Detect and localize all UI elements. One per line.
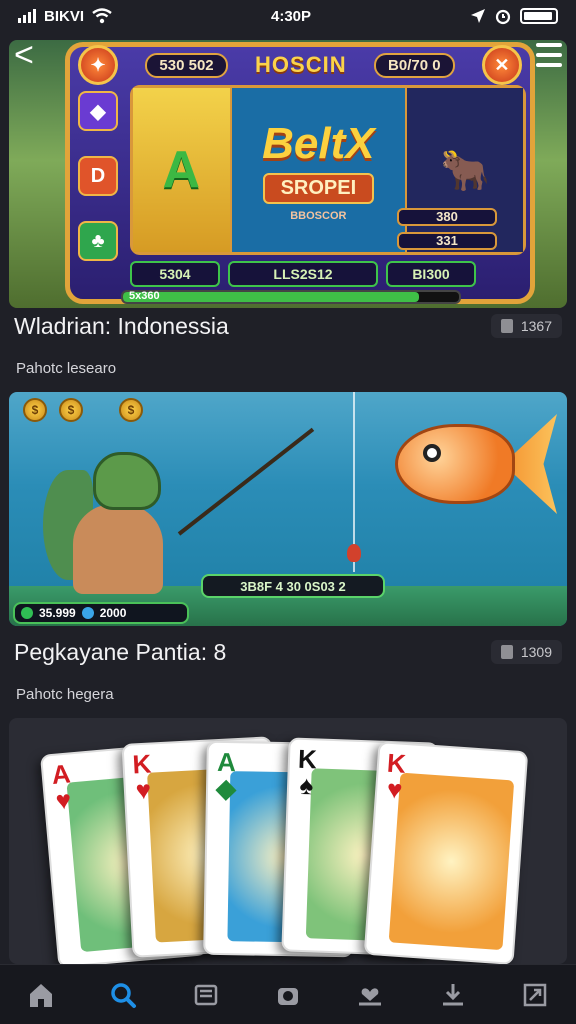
slot-side-value: 380 bbox=[397, 208, 497, 226]
goldfish-eye bbox=[423, 444, 441, 462]
status-left: BIKVI bbox=[18, 8, 112, 25]
battery-icon bbox=[519, 8, 558, 24]
game-logo-sub: SROPEI bbox=[262, 172, 375, 204]
top-nav: < bbox=[0, 36, 576, 76]
menu-button[interactable] bbox=[536, 40, 562, 70]
reel-caption: BBOSCOR bbox=[290, 209, 347, 222]
item-title-row: Pegkayane Pantia: 8 1309 bbox=[14, 636, 562, 668]
slot-game-banner[interactable]: ✦ 530 502 HOSCIN B0/70 0 ✕ ◆ D ♣ A BeltX… bbox=[9, 40, 567, 308]
clock: 4:30P bbox=[270, 7, 312, 25]
fisherman-character bbox=[43, 450, 203, 600]
slot-progress-label: 5x360 bbox=[129, 290, 160, 302]
status-bar: BIKVI 4:30P bbox=[0, 0, 576, 32]
coin-icon bbox=[81, 607, 94, 619]
reel-logo: BeltX SROPEI BBOSCOR bbox=[231, 88, 408, 252]
slot-progress-fill bbox=[123, 292, 419, 302]
coin-icon: $ bbox=[119, 398, 143, 422]
comment-count: 1309 bbox=[520, 644, 552, 660]
item-title-row: Wladrian: Indonessia 1367 bbox=[14, 310, 562, 342]
bobber-icon bbox=[347, 544, 361, 562]
tab-downloads[interactable] bbox=[431, 973, 475, 1017]
card-suit-icon: ◆ bbox=[215, 772, 237, 804]
gem-icon: ◆ bbox=[78, 91, 118, 131]
tab-cards[interactable] bbox=[184, 973, 228, 1017]
card-artwork bbox=[388, 772, 515, 951]
slot-side-value: 331 bbox=[397, 232, 497, 250]
status-right bbox=[470, 7, 558, 25]
tab-camera[interactable] bbox=[266, 973, 310, 1017]
carrier-label: BIKVI bbox=[44, 7, 85, 25]
search-icon bbox=[111, 982, 137, 1008]
slot-machine-frame: ✦ 530 502 HOSCIN B0/70 0 ✕ ◆ D ♣ A BeltX… bbox=[65, 42, 535, 304]
comment-count-badge[interactable]: 1367 bbox=[490, 314, 562, 338]
card-suit-icon: ♥ bbox=[134, 774, 152, 806]
menu-bar bbox=[536, 43, 562, 47]
bet-value: 5304 bbox=[130, 261, 220, 287]
location-icon bbox=[470, 9, 485, 23]
gem-icon bbox=[21, 607, 33, 619]
item-subtitle: Pahotc hegera bbox=[16, 686, 114, 703]
win-value: LLS2S12 bbox=[228, 261, 378, 287]
card-corner: A ◆ bbox=[215, 746, 237, 804]
card-suit-icon: ♠ bbox=[299, 769, 314, 801]
fishing-game-banner[interactable]: $ $ $ 3B8F 4 30 0S03 2 35.999 2000 bbox=[9, 392, 567, 626]
camera-icon bbox=[277, 987, 298, 1005]
coin-icon: $ bbox=[59, 398, 83, 422]
signal-icon bbox=[18, 9, 36, 23]
goldfish-character bbox=[385, 414, 557, 514]
slot-bottom-bar: 5304 LLS2S12 BI300 bbox=[130, 261, 526, 287]
bottom-tab-bar bbox=[0, 964, 576, 1024]
card-corner: K ♥ bbox=[131, 748, 153, 806]
item-title[interactable]: Wladrian: Indonessia bbox=[14, 313, 229, 340]
fisherman-body bbox=[73, 504, 163, 594]
reel-letter: A bbox=[133, 88, 232, 252]
cards-icon bbox=[194, 984, 217, 1005]
tab-home[interactable] bbox=[19, 973, 63, 1017]
alarm-icon bbox=[495, 9, 511, 25]
heart-hand-icon bbox=[359, 987, 382, 1005]
slot-symbol-column: ◆ D ♣ bbox=[78, 91, 118, 261]
wallet-amount-b: 2000 bbox=[99, 606, 127, 620]
goldfish-body bbox=[395, 424, 515, 504]
card-suit-icon: ♥ bbox=[385, 773, 404, 805]
comment-icon bbox=[500, 645, 513, 659]
card-suit-icon: ♥ bbox=[54, 784, 73, 816]
fisherman-head bbox=[93, 452, 161, 510]
slot-side-values: 380 331 bbox=[397, 208, 497, 250]
expand-icon bbox=[523, 983, 547, 1006]
card-corner: K ♠ bbox=[297, 743, 318, 801]
menu-bar bbox=[536, 53, 562, 57]
download-icon bbox=[442, 983, 463, 1005]
comment-icon bbox=[500, 319, 513, 333]
wallet-amount-a: 35.999 bbox=[39, 606, 76, 620]
menu-bar bbox=[536, 63, 562, 67]
card-game-banner[interactable]: A ♥ K ♥ A ◆ K ♠ K ♥ bbox=[9, 718, 567, 964]
fishing-score-panel: 3B8F 4 30 0S03 2 bbox=[201, 574, 385, 598]
coin-icon: $ bbox=[23, 398, 47, 422]
card-rank: K bbox=[297, 743, 318, 775]
tab-favorites[interactable] bbox=[348, 973, 392, 1017]
card-rank: K bbox=[131, 748, 153, 780]
fishing-wallet: 35.999 2000 bbox=[13, 602, 189, 624]
clover-icon: ♣ bbox=[78, 221, 118, 261]
card-corner: K ♥ bbox=[384, 748, 407, 805]
tab-expand[interactable] bbox=[513, 973, 557, 1017]
comment-count-badge[interactable]: 1309 bbox=[490, 640, 562, 664]
card-corner: A ♥ bbox=[50, 758, 74, 816]
item-title[interactable]: Pegkayane Pantia: 8 bbox=[14, 639, 226, 666]
home-icon bbox=[30, 983, 53, 1007]
playing-card: K ♥ bbox=[363, 741, 529, 964]
tab-search[interactable] bbox=[101, 973, 145, 1017]
game-logo: BeltX bbox=[262, 118, 375, 168]
wifi-icon bbox=[92, 8, 112, 24]
back-button[interactable]: < bbox=[14, 38, 50, 74]
comment-count: 1367 bbox=[520, 318, 552, 334]
slot-progress-bar bbox=[121, 290, 461, 304]
bonus-icon: D bbox=[78, 156, 118, 196]
item-subtitle: Pahotc lesearo bbox=[16, 360, 117, 377]
credit-value: BI300 bbox=[386, 261, 476, 287]
card-rank: A bbox=[216, 746, 237, 778]
